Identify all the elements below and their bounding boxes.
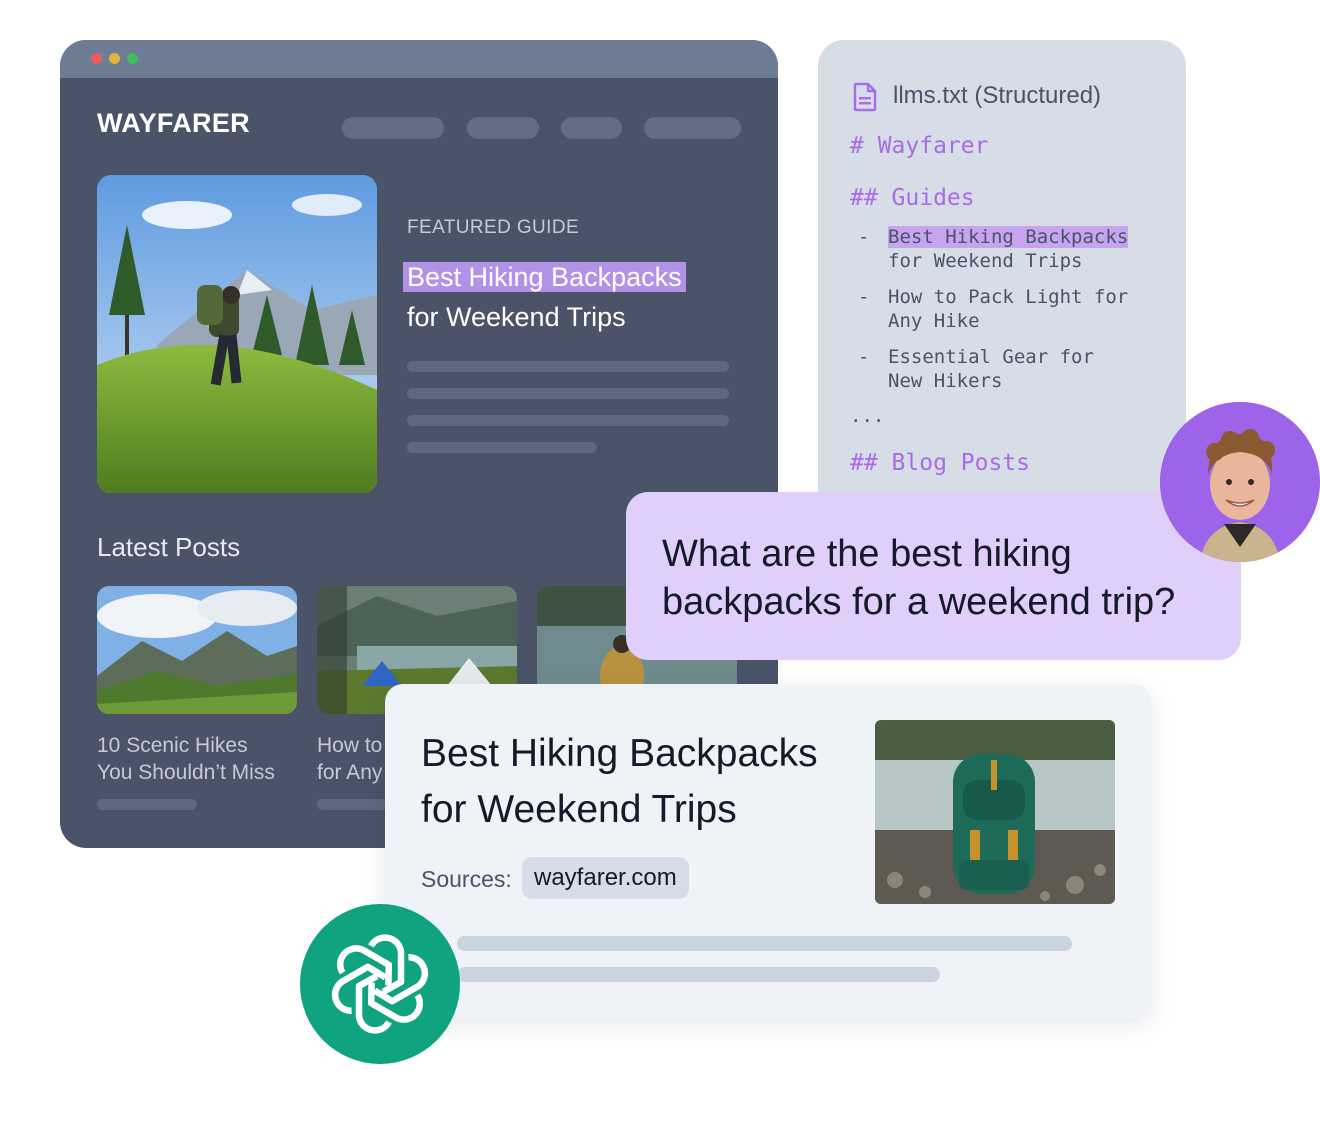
user-avatar	[1160, 402, 1320, 562]
llms-guide-line[interactable]: Any Hike	[888, 310, 980, 332]
post-title-line[interactable]: 10 Scenic Hikes	[97, 734, 248, 757]
llms-guide-line[interactable]: How to Pack Light for	[888, 286, 1128, 308]
text-placeholder	[457, 967, 940, 982]
answer-image[interactable]	[875, 720, 1115, 904]
llms-bullet: -	[858, 286, 870, 308]
answer-title-line[interactable]: Best Hiking Backpacks	[421, 732, 818, 775]
post-title-line[interactable]: You Shouldn’t Miss	[97, 761, 275, 784]
post-title-line[interactable]: for Any	[317, 761, 382, 784]
openai-logo-icon	[300, 904, 460, 1064]
llms-guide-item[interactable]: Essential Gear for New Hikers	[888, 345, 1094, 393]
llms-guide-line[interactable]: for Weekend Trips	[888, 250, 1082, 272]
user-question: What are the best hiking backpacks for a…	[662, 530, 1175, 626]
llms-guide-item[interactable]: Best Hiking Backpacks for Weekend Trips	[888, 225, 1129, 273]
featured-guide-image[interactable]	[97, 175, 377, 493]
browser-titlebar	[60, 40, 778, 78]
highlighted-title[interactable]: Best Hiking Backpacks	[403, 262, 686, 292]
llms-guide-line[interactable]: Best Hiking Backpacks	[888, 226, 1129, 248]
file-icon	[853, 82, 877, 112]
llms-blog-heading: ## Blog Posts	[850, 450, 1031, 476]
llms-guide-item[interactable]: How to Pack Light for Any Hike	[888, 285, 1128, 333]
answer-title-line[interactable]: for Weekend Trips	[421, 788, 737, 831]
llms-bullet: -	[858, 226, 870, 248]
llms-ellipsis: ...	[850, 405, 885, 427]
llms-bullet: -	[858, 346, 870, 368]
llms-guide-line[interactable]: New Hikers	[888, 370, 1002, 392]
post-title[interactable]: How to for Any	[317, 732, 382, 786]
text-placeholder	[407, 361, 729, 372]
source-link-chip[interactable]: wayfarer.com	[522, 857, 689, 899]
maximize-window-icon[interactable]	[127, 53, 138, 64]
nav-item-placeholder[interactable]	[644, 117, 741, 139]
text-placeholder	[97, 799, 197, 810]
post-image[interactable]	[97, 586, 297, 714]
text-placeholder	[407, 415, 729, 426]
llms-guide-line[interactable]: Essential Gear for	[888, 346, 1094, 368]
minimize-window-icon[interactable]	[109, 53, 120, 64]
site-logo[interactable]: WAYFARER	[97, 108, 250, 139]
llms-guides-heading: ## Guides	[850, 185, 975, 211]
nav-item-placeholder[interactable]	[342, 117, 444, 139]
close-window-icon[interactable]	[91, 53, 102, 64]
latest-posts-heading: Latest Posts	[97, 532, 241, 562]
text-placeholder	[457, 936, 1072, 951]
user-question-bubble: What are the best hiking backpacks for a…	[626, 492, 1241, 660]
llms-txt-panel: llms.txt (Structured) # Wayfarer ## Guid…	[818, 40, 1186, 560]
nav-item-placeholder[interactable]	[561, 117, 622, 139]
text-placeholder	[407, 388, 729, 399]
post-title[interactable]: 10 Scenic Hikes You Shouldn’t Miss	[97, 732, 275, 786]
nav-item-placeholder[interactable]	[467, 117, 539, 139]
answer-title[interactable]: Best Hiking Backpacks for Weekend Trips	[421, 726, 818, 838]
post-title-line[interactable]: How to	[317, 734, 382, 757]
text-placeholder	[407, 442, 597, 453]
sources-label: Sources:	[421, 866, 512, 892]
featured-eyebrow: FEATURED GUIDE	[407, 217, 580, 238]
title-rest[interactable]: for Weekend Trips	[407, 302, 626, 332]
question-line: backpacks for a weekend trip?	[662, 581, 1176, 623]
ai-answer-card: Best Hiking Backpacks for Weekend Trips …	[385, 684, 1151, 1018]
question-line: What are the best hiking	[662, 533, 1072, 575]
featured-guide-title[interactable]: Best Hiking Backpacks for Weekend Trips	[403, 257, 686, 337]
llms-heading: # Wayfarer	[850, 133, 989, 159]
llms-file-label: llms.txt (Structured)	[893, 82, 1102, 109]
